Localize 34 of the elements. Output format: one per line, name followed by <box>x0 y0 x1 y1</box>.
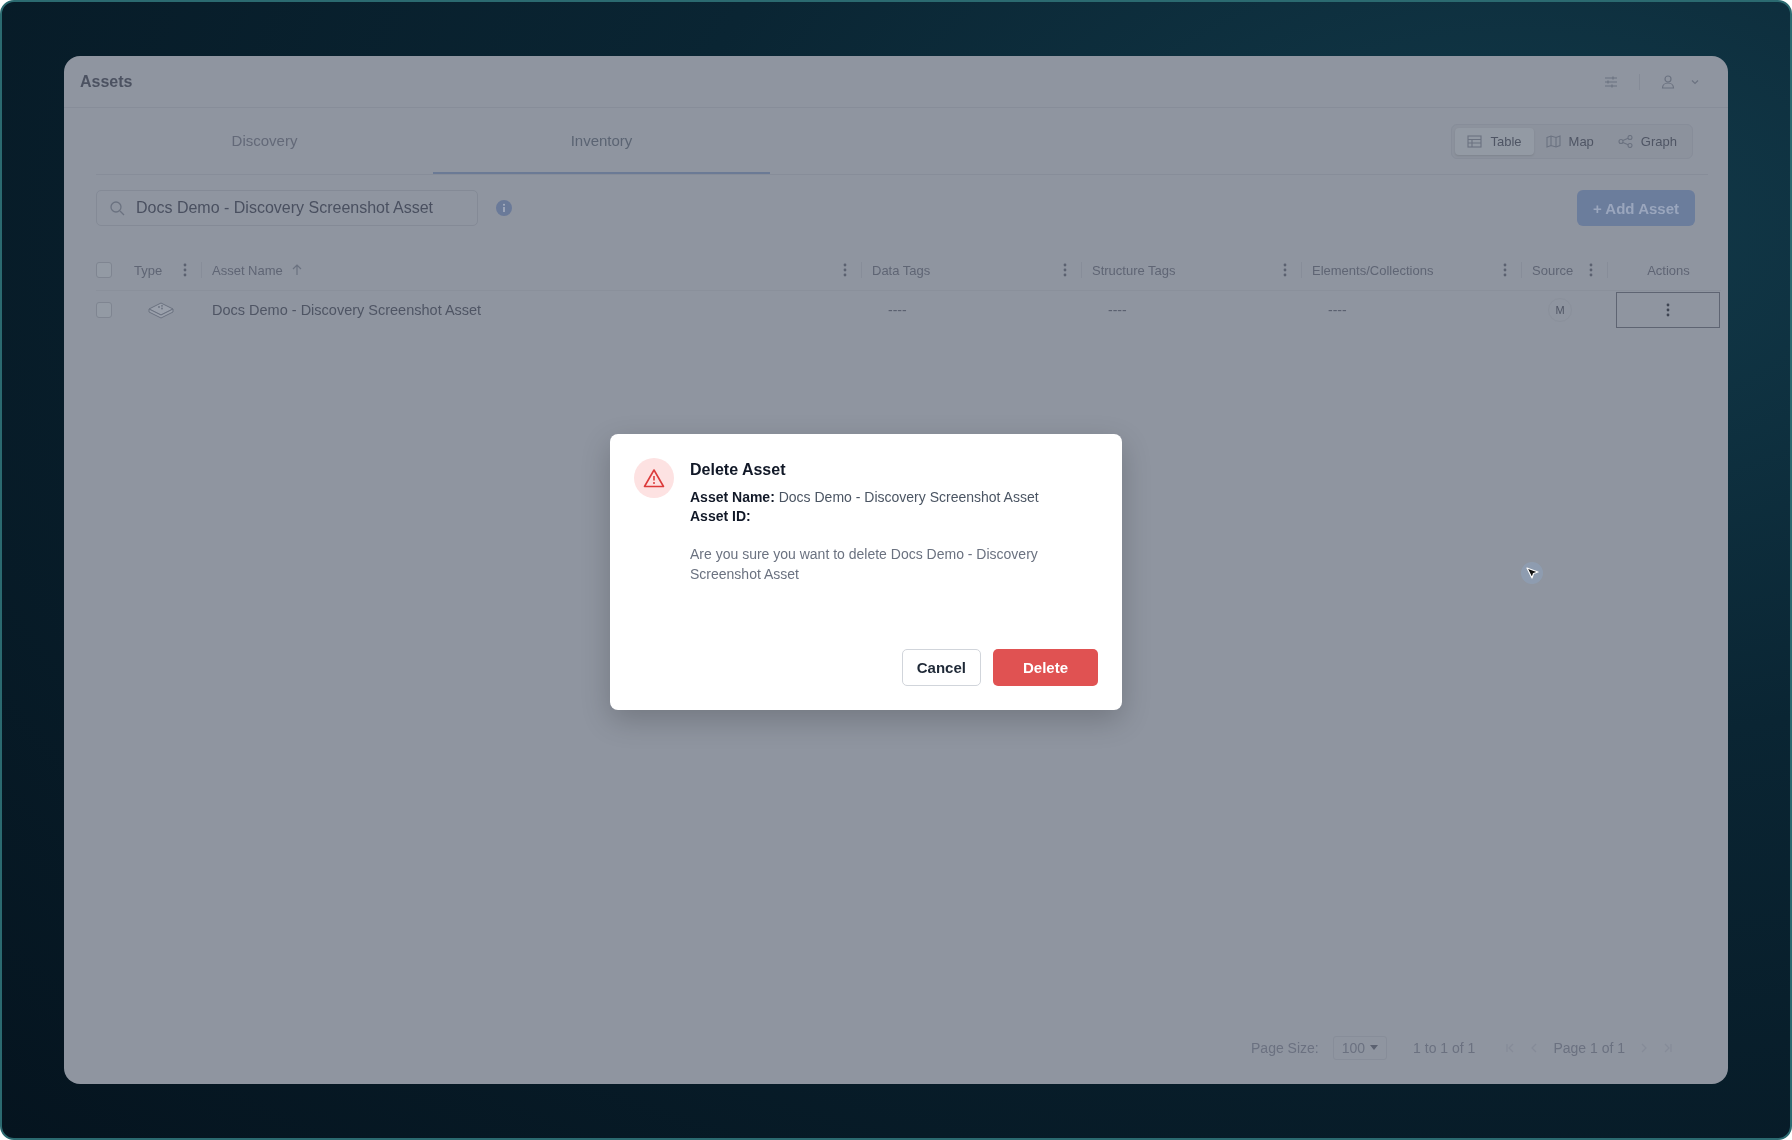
confirmation-message: Are you sure you want to delete Docs Demo - Discovery Screenshot Asset <box>690 545 1039 584</box>
view-option[interactable]: Map <box>1533 127 1606 155</box>
table-cell-text: ---- <box>1327 302 1347 318</box>
table-cell-text: ---- <box>887 302 907 318</box>
caret-icon <box>1370 1045 1379 1051</box>
column-menu-icon[interactable] <box>1283 263 1287 277</box>
page-title: Assets <box>80 72 133 91</box>
column-menu-icon[interactable] <box>1589 263 1594 277</box>
asset-name-field: Asset Name: Docs Demo - Discovery Screenshot Asset <box>690 489 1098 505</box>
column-menu-icon[interactable] <box>1503 263 1507 277</box>
search-field[interactable]: Docs Demo - Discovery Screenshot Asset <box>96 190 478 226</box>
cursor-icon <box>1521 562 1543 584</box>
delete-button[interactable]: Delete <box>992 649 1098 686</box>
column-menu-icon[interactable] <box>843 263 847 277</box>
view-option[interactable]: Graph <box>1605 127 1689 155</box>
table-icon <box>1467 134 1483 148</box>
warning-icon <box>634 458 674 498</box>
map-icon <box>1545 134 1561 148</box>
info-icon[interactable] <box>496 200 512 216</box>
asset-id-label: Asset ID: <box>690 508 752 524</box>
column-menu-icon[interactable] <box>1063 263 1067 277</box>
share-icon <box>1617 134 1633 148</box>
table-cell-text: ---- <box>1107 302 1127 318</box>
view-option[interactable]: Table <box>1455 127 1534 155</box>
row-actions-button[interactable] <box>1616 292 1720 328</box>
sort-ascending-icon[interactable] <box>290 264 303 276</box>
more-icon <box>1666 303 1670 317</box>
search-icon <box>109 200 125 216</box>
dialog-title: Delete Asset <box>690 461 787 479</box>
box-icon <box>147 300 175 320</box>
asset-name: Docs Demo - Discovery Screenshot Asset <box>212 302 482 318</box>
column-menu-icon[interactable] <box>183 263 187 277</box>
user-icon[interactable] <box>1660 73 1676 90</box>
cancel-button[interactable]: Cancel <box>901 649 981 686</box>
